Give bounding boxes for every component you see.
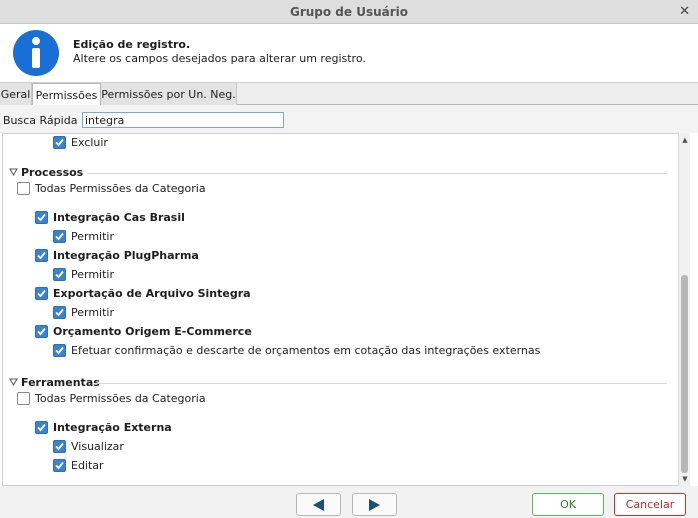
category-name: Ferramentas — [21, 376, 100, 389]
permission-tree: Excluir Processos Todas Permissões da Ca… — [2, 133, 678, 486]
search-label: Busca Rápida — [3, 114, 78, 127]
dialog-footer: OK Cancelar — [0, 486, 698, 518]
search-row: Busca Rápida — [0, 105, 698, 133]
scroll-down-icon[interactable]: ▼ — [681, 475, 689, 483]
tree-item[interactable]: Permitir — [53, 267, 453, 283]
tree-item-label: Editar — [71, 459, 104, 472]
checkbox-checked[interactable] — [35, 287, 48, 300]
checkbox-checked[interactable] — [35, 211, 48, 224]
tab-permissoes[interactable]: Permissões — [32, 83, 101, 106]
scroll-up-icon[interactable]: ▲ — [681, 136, 689, 144]
checkbox-unchecked[interactable] — [17, 392, 30, 405]
checkbox-checked[interactable] — [53, 306, 66, 319]
ok-button[interactable]: OK — [532, 493, 604, 516]
expand-triangle-icon[interactable] — [9, 378, 18, 386]
vertical-scrollbar[interactable]: ▲ ▼ — [678, 133, 690, 486]
tree-item-label: Integração PlugPharma — [53, 249, 199, 262]
checkbox-unchecked[interactable] — [17, 182, 30, 195]
tree-item-label: Integração Cas Brasil — [53, 211, 185, 224]
checkbox-checked[interactable] — [53, 136, 66, 149]
tree-item-label: Permitir — [71, 230, 115, 243]
tree-item[interactable]: Orçamento Origem E-Commerce — [35, 324, 435, 340]
checkbox-checked[interactable] — [53, 268, 66, 281]
category-divider — [95, 383, 667, 384]
previous-button[interactable] — [296, 493, 341, 516]
tree-item[interactable]: Todas Permissões da Categoria — [17, 181, 417, 197]
tree-item-label: Permitir — [71, 268, 115, 281]
tree-item[interactable]: Visualizar — [53, 439, 453, 455]
tree-item[interactable]: Editar — [53, 458, 453, 474]
close-icon[interactable]: ✕ — [679, 4, 690, 20]
category-name: Processos — [21, 166, 84, 179]
tree-item[interactable]: Integração PlugPharma — [35, 248, 435, 264]
tree-item[interactable]: Permitir — [53, 305, 453, 321]
tree-item[interactable]: Efetuar confirmação e descarte de orçame… — [53, 343, 653, 359]
tab-geral[interactable]: Geral — [0, 83, 32, 105]
arrow-right-icon — [369, 499, 380, 511]
expand-triangle-icon[interactable] — [9, 168, 18, 176]
tree-item[interactable]: Exportação de Arquivo Sintegra — [35, 286, 435, 302]
checkbox-checked[interactable] — [53, 440, 66, 453]
tree-item[interactable]: Permitir — [53, 229, 453, 245]
search-input[interactable] — [82, 112, 284, 128]
scrollbar-thumb[interactable] — [681, 275, 688, 473]
info-icon — [12, 29, 60, 80]
tab-permissoes-un-neg[interactable]: Permissões por Un. Neg. — [101, 83, 237, 105]
checkbox-checked[interactable] — [35, 249, 48, 262]
header-title: Edição de registro. — [73, 38, 191, 51]
checkbox-checked[interactable] — [35, 325, 48, 338]
category-divider — [87, 173, 667, 174]
tree-item-label: Todas Permissões da Categoria — [35, 182, 206, 195]
checkbox-checked[interactable] — [35, 421, 48, 434]
checkbox-checked[interactable] — [53, 230, 66, 243]
window-title: Grupo de Usuário — [289, 5, 409, 19]
tree-item[interactable]: Todas Permissões da Categoria — [17, 391, 417, 407]
next-button[interactable] — [352, 493, 397, 516]
dialog-header: Edição de registro. Altere os campos des… — [0, 24, 698, 83]
tree-item-label: Efetuar confirmação e descarte de orçame… — [71, 344, 541, 357]
tree-item[interactable]: Integração Externa — [35, 420, 435, 436]
header-subtitle: Altere os campos desejados para alterar … — [73, 52, 366, 65]
tree-item[interactable]: Excluir — [53, 135, 453, 151]
tree-item[interactable]: Integração Cas Brasil — [35, 210, 435, 226]
cancel-button[interactable]: Cancelar — [614, 493, 686, 516]
tab-strip: Geral Permissões Permissões por Un. Neg. — [0, 83, 698, 106]
tree-item-label: Orçamento Origem E-Commerce — [53, 325, 252, 338]
tree-item-label: Visualizar — [71, 440, 124, 453]
title-bar: Grupo de Usuário ✕ — [0, 0, 698, 24]
tree-item-label: Exportação de Arquivo Sintegra — [53, 287, 251, 300]
arrow-left-icon — [313, 499, 324, 511]
tree-item-label: Permitir — [71, 306, 115, 319]
checkbox-checked[interactable] — [53, 344, 66, 357]
tree-item-label: Excluir — [71, 136, 108, 149]
tree-item-label: Todas Permissões da Categoria — [35, 392, 206, 405]
tree-item-label: Integração Externa — [53, 421, 172, 434]
checkbox-checked[interactable] — [53, 459, 66, 472]
